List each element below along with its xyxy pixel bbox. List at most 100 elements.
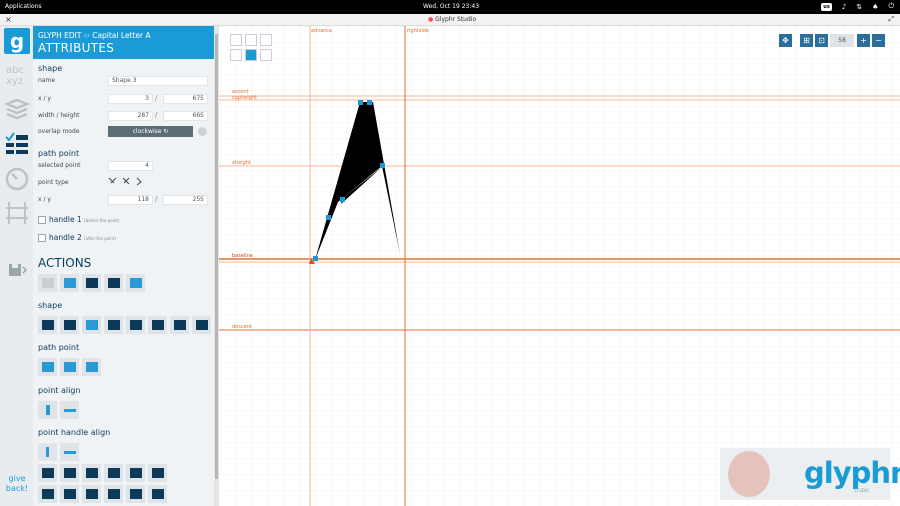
handle-align-h-button[interactable]: [60, 485, 79, 503]
handle-align-e-button[interactable]: [126, 464, 145, 482]
path-point[interactable]: [380, 163, 385, 168]
handle-align-vertical-button[interactable]: [38, 443, 57, 461]
shape-actions-row: [38, 316, 211, 334]
handle-2-text: handle 2: [49, 233, 82, 242]
handle-1-checkbox[interactable]: [38, 216, 46, 224]
combine-button[interactable]: [192, 316, 211, 334]
move-down-button[interactable]: [170, 316, 189, 334]
handle-align-d-button[interactable]: [104, 464, 123, 482]
flip-vertical-button[interactable]: [126, 316, 145, 334]
window-title-bar: × ● Glyphr Studio ⤢: [0, 14, 900, 26]
new-path-tool[interactable]: [245, 34, 257, 46]
selected-point-label: selected point: [38, 162, 81, 169]
align-horizontal-button[interactable]: [60, 401, 79, 419]
shape-edit-tool[interactable]: [260, 49, 272, 61]
add-component-button[interactable]: [104, 274, 123, 292]
window-title-text: Glyphr Studio: [435, 16, 477, 23]
point-y-field[interactable]: 255: [163, 195, 208, 205]
reset-handles-button[interactable]: [82, 358, 101, 376]
notifications-icon[interactable]: ♠: [872, 3, 878, 11]
reverse-path-button[interactable]: [82, 316, 101, 334]
history-icon[interactable]: [4, 166, 30, 192]
point-handle-align-heading: point handle align: [38, 428, 111, 437]
svg-text:abc: abc: [6, 65, 24, 76]
point-type-icons[interactable]: [108, 176, 148, 186]
glyphr-logo-button[interactable]: g: [4, 28, 30, 54]
path-point[interactable]: [340, 197, 345, 202]
selected-point-field[interactable]: 4: [108, 161, 153, 171]
shape-y-field[interactable]: 675: [163, 94, 208, 104]
guide-label-capheight: capheight: [232, 95, 257, 101]
path-point[interactable]: [326, 215, 331, 220]
handle-2-label: handle 2 (after the point): [49, 233, 116, 242]
handle-align-row-2: [38, 464, 167, 482]
breadcrumb-separator: ››: [83, 31, 90, 40]
path-point[interactable]: [367, 100, 372, 105]
keyboard-layout-indicator[interactable]: us: [821, 2, 832, 11]
canvas-grid: [219, 26, 900, 506]
point-type-label: point type: [38, 179, 69, 186]
path-edit-tool[interactable]: [245, 49, 257, 61]
get-shapes-button[interactable]: [126, 274, 145, 292]
handle-2-checkbox[interactable]: [38, 234, 46, 242]
point-x-field[interactable]: 118: [108, 195, 153, 205]
path-point[interactable]: [358, 100, 363, 105]
pen-tool[interactable]: [260, 34, 272, 46]
handle-1-text: handle 1: [49, 215, 82, 224]
system-clock[interactable]: Wed, Oct 19 23:43: [423, 3, 479, 10]
shape-name-field[interactable]: Shape 3: [108, 76, 208, 86]
guide-label-xheight: xheight: [232, 160, 251, 166]
handle-align-c-button[interactable]: [82, 464, 101, 482]
flip-horizontal-button[interactable]: [104, 316, 123, 334]
new-basic-shape-tool[interactable]: [230, 34, 242, 46]
glyph-canvas[interactable]: advance rightside ascent capheight xheig…: [219, 26, 900, 506]
layers-icon[interactable]: [4, 96, 30, 122]
scrollbar-thumb[interactable]: [215, 34, 218, 479]
panel-header: GLYPH EDIT ›› Capital Letter A ATTRIBUTE…: [33, 26, 214, 59]
brand-subtext: STUDIO: [854, 488, 870, 493]
move-up-button[interactable]: [148, 316, 167, 334]
wh-separator: /: [155, 111, 158, 119]
help-icon[interactable]: [198, 127, 207, 136]
volume-icon[interactable]: ♪: [842, 3, 846, 11]
handle-align-a-button[interactable]: [38, 464, 57, 482]
slice-tool[interactable]: [230, 49, 242, 61]
width-height-label: width / height: [38, 112, 80, 119]
power-icon[interactable]: ⏻: [888, 2, 894, 11]
overlap-mode-button[interactable]: clockwise ↻: [108, 126, 193, 137]
handle-align-j-button[interactable]: [104, 485, 123, 503]
paste-button[interactable]: [38, 274, 57, 292]
handle-align-horizontal-button[interactable]: [60, 443, 79, 461]
shape-x-field[interactable]: 3: [108, 94, 153, 104]
insert-point-button[interactable]: [38, 358, 57, 376]
delete-shape-button[interactable]: [60, 316, 79, 334]
shape-width-field[interactable]: 287: [108, 111, 153, 121]
handle-align-g-button[interactable]: [38, 485, 57, 503]
window-maximize-icon[interactable]: ⤢: [888, 15, 894, 24]
handle-align-b-button[interactable]: [60, 464, 79, 482]
breadcrumb-page[interactable]: GLYPH EDIT: [38, 31, 81, 40]
align-vertical-button[interactable]: [38, 401, 57, 419]
undo-button[interactable]: [60, 274, 79, 292]
network-icon[interactable]: ⇅: [856, 3, 862, 11]
point-align-heading: point align: [38, 386, 81, 395]
glyph-chooser-icon[interactable]: abc xyz: [4, 62, 30, 88]
handle-align-f-button[interactable]: [148, 464, 167, 482]
handle-1-label: handle 1 (before the point): [49, 215, 119, 224]
window-close-button[interactable]: ×: [5, 15, 12, 24]
zoom-level[interactable]: 58: [830, 34, 854, 47]
delete-point-button[interactable]: [60, 358, 79, 376]
handle-align-k-button[interactable]: [126, 485, 145, 503]
shape-height-field[interactable]: 665: [163, 111, 208, 121]
handle-align-i-button[interactable]: [82, 485, 101, 503]
applications-menu[interactable]: Applications: [5, 3, 42, 10]
copy-shape-button[interactable]: [38, 316, 57, 334]
add-shape-button[interactable]: [82, 274, 101, 292]
save-icon[interactable]: [4, 256, 30, 282]
give-back-link[interactable]: give back!: [3, 474, 31, 494]
path-point[interactable]: [313, 256, 318, 261]
handle-align-l-button[interactable]: [148, 485, 167, 503]
attributes-panel-icon[interactable]: [4, 130, 30, 156]
guides-icon[interactable]: [4, 200, 30, 226]
shape-heading: shape: [38, 64, 63, 73]
